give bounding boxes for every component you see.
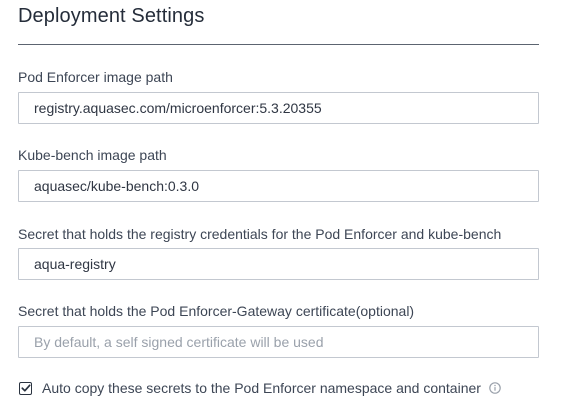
auto-copy-secrets-label[interactable]: Auto copy these secrets to the Pod Enfor…: [42, 380, 481, 396]
kube-bench-image-path-label: Kube-bench image path: [18, 147, 167, 163]
info-circle-icon[interactable]: [489, 382, 501, 394]
kube-bench-image-path-input[interactable]: [18, 170, 539, 202]
gateway-certificate-secret-label: Secret that holds the Pod Enforcer-Gatew…: [18, 303, 415, 319]
registry-credentials-secret-input[interactable]: [18, 248, 539, 280]
gateway-certificate-secret-input[interactable]: [18, 326, 539, 358]
checkmark-icon: [20, 384, 31, 392]
auto-copy-secrets-option: Auto copy these secrets to the Pod Enfor…: [18, 378, 501, 398]
title-divider: [18, 44, 539, 45]
registry-credentials-secret-label: Secret that holds the registry credentia…: [18, 226, 502, 242]
pod-enforcer-image-path-input[interactable]: [18, 92, 539, 124]
page-title: Deployment Settings: [18, 5, 205, 27]
pod-enforcer-image-path-label: Pod Enforcer image path: [18, 69, 173, 85]
auto-copy-secrets-checkbox[interactable]: [19, 381, 32, 395]
